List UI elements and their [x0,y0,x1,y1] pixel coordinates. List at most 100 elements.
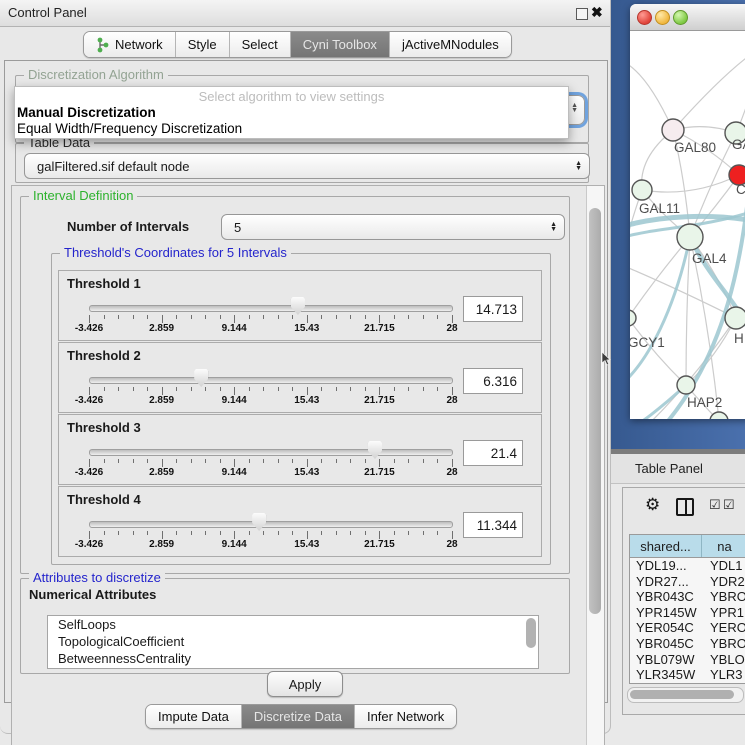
table-row[interactable]: YDL19...YDL1 [630,558,745,574]
tab-label: Impute Data [158,709,229,724]
table-data-combo[interactable]: galFiltered.sif default node ▲▼ [24,153,590,179]
slider-ticks [89,315,452,323]
table-row[interactable]: YBL079WYBLO [630,652,745,668]
num-intervals-combo[interactable]: 5 ▲▼ [221,214,565,240]
table-row[interactable]: YBR043CYBRO [630,589,745,605]
table-data-group: Table Data galFiltered.sif default node … [15,143,589,183]
threshold-slider-handle[interactable] [368,441,382,459]
checkbox-icon[interactable]: ☑ [709,497,721,513]
scrollbar-thumb[interactable] [589,208,601,614]
network-node[interactable] [725,307,745,329]
network-node-HAP2[interactable] [677,376,695,394]
threshold-value-field[interactable]: 14.713 [463,296,523,322]
table-row[interactable]: YBR045CYBRO [630,636,745,652]
checkbox-icon[interactable]: ☑ [723,497,735,513]
tab-cyni-toolbox[interactable]: Cyni Toolbox [290,32,389,57]
horizontal-scrollbar[interactable] [627,687,744,703]
table-panel-toolbar: ⚙ ☑ ☑ [623,494,745,520]
minimize-traffic-light-icon[interactable] [655,10,670,25]
zoom-traffic-light-icon[interactable] [673,10,688,25]
button-label: Apply [289,677,322,692]
network-node-label: HAP2 [687,395,722,410]
dropdown-item-equal-width-frequency[interactable]: Equal Width/Frequency Discretization [15,121,568,137]
table-row[interactable]: YER054CYERO [630,620,745,636]
tab-label: Infer Network [367,709,444,724]
split-columns-icon[interactable] [676,498,694,516]
table-cell[interactable]: YPR145W [630,605,702,621]
table-panel-title: Table Panel [635,461,703,476]
window-title: Control Panel [8,5,87,20]
network-node-label: GAL80 [674,140,716,155]
table-cell[interactable]: YBR043C [630,589,702,605]
table-cell[interactable]: YBRO [702,636,745,652]
column-header-shared-name[interactable]: shared... [630,535,702,557]
network-canvas[interactable]: GAL80GACGAL11GAL4GCY1HHAP2 [630,30,745,419]
table-cell[interactable]: YBR045C [630,636,702,652]
tab-discretize-data[interactable]: Discretize Data [241,705,354,728]
list-item[interactable]: TopologicalCoefficient [48,633,538,650]
list-item[interactable]: BetweennessCentrality [48,650,538,667]
table-cell[interactable]: YIL052C [630,683,702,684]
tab-impute-data[interactable]: Impute Data [146,705,241,728]
table-cell[interactable]: YIL0 [702,683,745,684]
threshold-slider-handle[interactable] [252,513,266,531]
network-node-GCY1[interactable] [630,310,636,326]
table-cell[interactable]: YLR3 [702,667,745,683]
table-cell[interactable]: YBL079W [630,652,702,668]
close-icon[interactable]: ✖ [591,4,603,21]
tab-network[interactable]: Network [84,32,175,57]
threshold-slider-handle[interactable] [291,297,305,315]
table-cell[interactable]: YBLO [702,652,745,668]
tab-style[interactable]: Style [175,32,229,57]
control-panel-window: Control Panel ✖ Network Style Select Cyn… [0,0,611,734]
threshold-slider-handle[interactable] [194,369,208,387]
table-panel-header: Table Panel [611,454,745,484]
slider-tick-labels: -3.4262.8599.14415.4321.71528 [89,323,452,335]
threshold-slider-track[interactable] [89,449,453,456]
threshold-value-field[interactable]: 6.316 [463,368,523,394]
table-row[interactable]: YDR27...YDR2 [630,574,745,590]
table-cell[interactable]: YDR27... [630,574,702,590]
mouse-cursor [602,352,612,366]
network-node-label: C [736,182,745,197]
network-node-GAL11[interactable] [632,180,652,200]
table-row[interactable]: YIL052CYIL0 [630,683,745,684]
table-cell[interactable]: YDL1 [702,558,745,574]
tab-label: Discretize Data [254,709,342,724]
network-node-GAL80[interactable] [662,119,684,141]
threshold-value-field[interactable]: 11.344 [463,512,523,538]
tab-select[interactable]: Select [229,32,290,57]
network-node[interactable] [710,412,728,419]
table-cell[interactable]: YDR2 [702,574,745,590]
scrollbar-thumb[interactable] [630,690,734,699]
network-view-window: GAL80GACGAL11GAL4GCY1HHAP2 [630,4,745,419]
threshold-value-field[interactable]: 21.4 [463,440,523,466]
apply-button[interactable]: Apply [267,671,343,697]
bottom-tab-strip: Impute Data Discretize Data Infer Networ… [145,704,457,729]
threshold-slider-track[interactable] [89,377,453,384]
table-cell[interactable]: YDL19... [630,558,702,574]
network-window-titlebar[interactable] [630,4,745,31]
table-cell[interactable]: YPR1 [702,605,745,621]
tab-jactivemnodules[interactable]: jActiveMNodules [389,32,511,57]
table-row[interactable]: YLR345WYLR3 [630,667,745,683]
table-cell[interactable]: YLR345W [630,667,702,683]
table-cell[interactable]: YER054C [630,620,702,636]
float-window-icon[interactable] [576,8,588,20]
tab-infer-network[interactable]: Infer Network [354,705,456,728]
tab-label: Style [188,37,217,52]
column-header-name[interactable]: na [702,535,745,557]
vertical-scrollbar[interactable] [586,186,604,745]
close-traffic-light-icon[interactable] [637,10,652,25]
table-row[interactable]: YPR145WYPR1 [630,605,745,621]
control-panel-titlebar[interactable]: Control Panel ✖ [0,0,610,27]
table-cell[interactable]: YERO [702,620,745,636]
dropdown-item-manual-discretization[interactable]: Manual Discretization [15,105,568,121]
network-node-GAL4[interactable] [677,224,703,250]
list-scrollbar[interactable] [526,618,536,648]
gear-icon[interactable]: ⚙ [645,495,660,515]
threshold-slider-track[interactable] [89,305,453,312]
threshold-slider-track[interactable] [89,521,453,528]
list-item[interactable]: SelfLoops [48,616,538,633]
table-cell[interactable]: YBRO [702,589,745,605]
